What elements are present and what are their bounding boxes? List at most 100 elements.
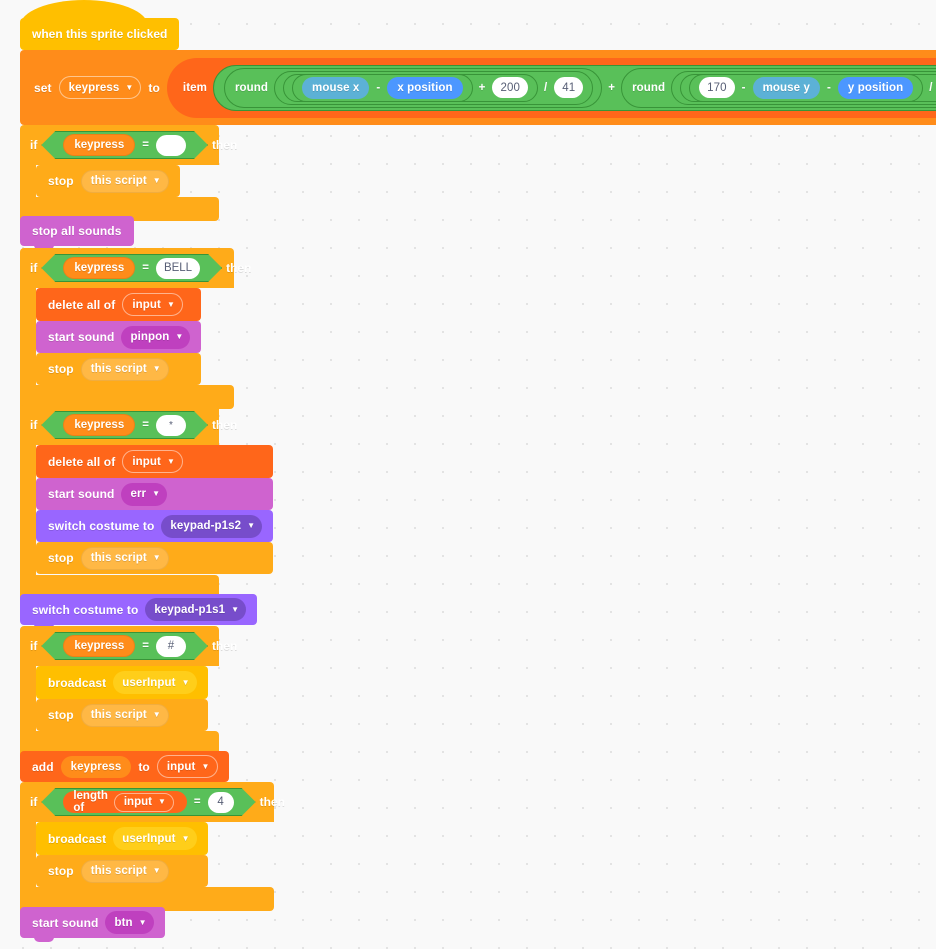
broadcast-message-dropdown-2[interactable]: userInput ▼ <box>113 827 197 850</box>
if5-header[interactable]: if length of input ▼ = 4 then <box>20 782 285 822</box>
if4-condition-equals[interactable]: keypress = # <box>41 632 208 660</box>
set-variable-block[interactable]: set keypress ▼ to item round mouse x - x… <box>20 50 936 129</box>
start-sound-dropdown-3[interactable]: btn ▼ <box>105 911 154 934</box>
reporter-mouse-y[interactable]: mouse y <box>752 76 820 99</box>
stop-option-dropdown-5[interactable]: this script ▼ <box>80 859 169 883</box>
stop-option-dropdown-1[interactable]: this script ▼ <box>80 169 169 193</box>
stop-option-value-2: this script <box>90 363 147 375</box>
stop-this-script-block-5[interactable]: stop this script ▼ <box>36 855 208 887</box>
start-sound-dropdown-2[interactable]: err ▼ <box>121 482 168 506</box>
hat-block-when-sprite-clicked[interactable]: when this sprite clicked <box>20 0 180 54</box>
set-block-body[interactable]: set keypress ▼ to item round mouse x - x… <box>20 50 936 129</box>
if4-header[interactable]: if keypress = # then <box>20 626 237 666</box>
operator-add-outer[interactable]: round mouse x - x position + 200 / 41 + … <box>212 64 936 111</box>
switch-costume-block-p1s1[interactable]: switch costume to keypad-p1s1 ▼ <box>20 594 258 629</box>
length-of-list-dropdown[interactable]: input ▼ <box>114 793 174 812</box>
delete-all-of-block-2[interactable]: delete all of input ▼ <box>36 445 274 478</box>
stop-all-sounds-body[interactable]: stop all sounds <box>20 216 134 250</box>
chevron-down-icon: ▼ <box>157 797 166 806</box>
operator-subtract-2[interactable]: 170 - mouse y - y position <box>689 73 924 102</box>
if2-header[interactable]: if keypress = BELL then <box>20 248 251 288</box>
switch-costume-label-1: switch costume to <box>48 519 155 533</box>
if2-equals-sign: = <box>142 262 149 274</box>
start-sound-dropdown-1[interactable]: pinpon ▼ <box>121 325 191 349</box>
if3-right-input[interactable]: * <box>156 415 186 436</box>
operator-subtract-1[interactable]: mouse x - x position <box>292 73 473 102</box>
add-target-list-dropdown[interactable]: input ▼ <box>156 755 218 778</box>
operator-add-inner-1[interactable]: mouse x - x position + 200 <box>283 73 538 102</box>
start-sound-block-pinpon[interactable]: start sound pinpon ▼ <box>36 321 202 353</box>
add-value-reporter[interactable]: keypress <box>60 755 132 778</box>
if1-condition-equals[interactable]: keypress = <box>41 131 208 159</box>
switch-costume-block-p1s2[interactable]: switch costume to keypad-p1s2 ▼ <box>36 510 274 542</box>
add-to-label: to <box>138 759 150 774</box>
if3-header[interactable]: if keypress = * then <box>20 405 237 445</box>
divide-sign-1: / <box>543 81 548 94</box>
if1-left-variable[interactable]: keypress <box>63 134 135 156</box>
operator-multiply[interactable]: 170 - mouse y - y position / 39 * 10 <box>671 70 936 105</box>
if5-equals-sign: = <box>193 796 201 808</box>
if-block-bell[interactable]: if keypress = BELL then delete all of in… <box>20 248 251 413</box>
operator-divide-2[interactable]: 170 - mouse y - y position / 39 <box>680 73 936 102</box>
delete-all-of-block-1[interactable]: delete all of input ▼ <box>36 288 202 321</box>
if3-condition-equals[interactable]: keypress = * <box>41 411 208 439</box>
scratch-workspace-canvas[interactable]: when this sprite clicked set keypress ▼ … <box>0 0 936 949</box>
if-block-length-check[interactable]: if length of input ▼ = 4 then broadcast … <box>20 782 285 915</box>
if3-left-variable[interactable]: keypress <box>63 414 135 436</box>
if1-left-arm <box>20 165 36 197</box>
broadcast-label-1: broadcast <box>48 675 107 690</box>
hat-block-body[interactable]: when this sprite clicked <box>20 0 180 54</box>
stop-option-dropdown-4[interactable]: this script ▼ <box>80 703 169 727</box>
start-sound-label-2: start sound <box>48 487 115 501</box>
item-of-list-reporter[interactable]: item round mouse x - x position + 200 / … <box>166 57 936 118</box>
start-sound-body-3[interactable]: start sound btn ▼ <box>20 907 165 942</box>
input-170[interactable]: 170 <box>699 77 735 98</box>
if5-condition-equals[interactable]: length of input ▼ = 4 <box>41 788 255 816</box>
stop-all-sounds-block[interactable]: stop all sounds <box>20 216 134 250</box>
reporter-mouse-x[interactable]: mouse x <box>302 76 370 99</box>
if2-right-input[interactable]: BELL <box>156 258 200 279</box>
broadcast-message-dropdown-1[interactable]: userInput ▼ <box>113 671 197 694</box>
if5-right-input[interactable]: 4 <box>208 792 234 813</box>
if2-left-arm <box>20 288 36 385</box>
if-block-empty-keypress[interactable]: if keypress = then stop this script ▼ <box>20 125 237 225</box>
reporter-y-position[interactable]: y position <box>837 76 914 99</box>
round-label-2: round <box>632 81 666 94</box>
if4-label: if <box>30 639 38 653</box>
chevron-down-icon: ▼ <box>152 489 161 498</box>
broadcast-block-2[interactable]: broadcast userInput ▼ <box>36 822 208 855</box>
if-block-hash[interactable]: if keypress = # then broadcast userInput… <box>20 626 237 759</box>
add-to-list-body[interactable]: add keypress to input ▼ <box>20 751 229 786</box>
add-to-list-block[interactable]: add keypress to input ▼ <box>20 751 229 786</box>
switch-costume-dropdown-1[interactable]: keypad-p1s2 ▼ <box>161 514 263 538</box>
broadcast-block-1[interactable]: broadcast userInput ▼ <box>36 666 208 699</box>
stop-option-dropdown-2[interactable]: this script ▼ <box>80 357 169 381</box>
delete-all-list-dropdown-1[interactable]: input ▼ <box>122 293 183 316</box>
operator-round-2[interactable]: round 170 - mouse y - y position / <box>621 67 936 108</box>
stop-option-value-3: this script <box>90 552 147 564</box>
stop-this-script-block-2[interactable]: stop this script ▼ <box>36 353 202 385</box>
if2-condition-equals[interactable]: keypress = BELL <box>41 254 222 282</box>
stop-this-script-block-4[interactable]: stop this script ▼ <box>36 699 208 731</box>
set-variable-dropdown[interactable]: keypress ▼ <box>58 76 142 99</box>
operator-round-1[interactable]: round mouse x - x position + 200 / 41 <box>223 67 603 108</box>
operator-divide-1[interactable]: mouse x - x position + 200 / 41 <box>274 70 594 105</box>
start-sound-block-err[interactable]: start sound err ▼ <box>36 478 274 510</box>
if1-right-input[interactable] <box>156 135 186 156</box>
input-200[interactable]: 200 <box>492 77 528 98</box>
if4-left-variable[interactable]: keypress <box>63 635 135 657</box>
stop-option-dropdown-3[interactable]: this script ▼ <box>80 546 169 570</box>
input-41[interactable]: 41 <box>554 77 584 98</box>
reporter-x-position[interactable]: x position <box>387 76 463 99</box>
switch-costume-dropdown-2[interactable]: keypad-p1s1 ▼ <box>145 598 247 621</box>
if-block-asterisk[interactable]: if keypress = * then delete all of input… <box>20 405 274 603</box>
length-of-list-reporter[interactable]: length of input ▼ <box>63 791 187 813</box>
if4-right-input[interactable]: # <box>156 636 186 657</box>
stop-this-script-block-3[interactable]: stop this script ▼ <box>36 542 274 574</box>
delete-all-list-dropdown-2[interactable]: input ▼ <box>122 450 183 473</box>
if1-header[interactable]: if keypress = then <box>20 125 237 165</box>
if2-left-variable[interactable]: keypress <box>63 257 135 279</box>
switch-costume-body-2[interactable]: switch costume to keypad-p1s1 ▼ <box>20 594 258 629</box>
stop-this-script-block-1[interactable]: stop this script ▼ <box>36 165 180 197</box>
start-sound-block-btn[interactable]: start sound btn ▼ <box>20 907 165 942</box>
